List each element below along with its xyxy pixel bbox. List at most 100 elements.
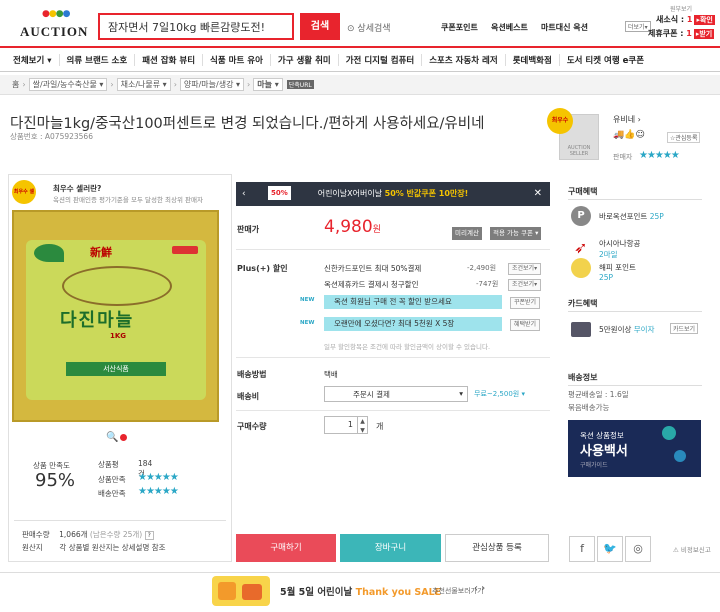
more-button[interactable]: 더보기▾ bbox=[625, 21, 651, 32]
delivery-info-title: 배송정보 bbox=[568, 373, 598, 382]
sales-info-button[interactable]: ? bbox=[144, 531, 154, 540]
seller-pref-label: 판매자 bbox=[613, 153, 633, 161]
arrow-left-icon[interactable]: ‹ bbox=[474, 583, 478, 594]
asiana-miles-value: 2마일 bbox=[599, 250, 618, 259]
image-pager-dot[interactable] bbox=[120, 434, 127, 441]
divider bbox=[14, 520, 226, 521]
detail-search-label: 상세검색 bbox=[357, 24, 391, 34]
qty-stepper[interactable]: ▲ ▼ bbox=[358, 416, 368, 434]
leaf-icon bbox=[34, 244, 64, 262]
mart-link[interactable]: 마트대신 옥션 bbox=[541, 22, 588, 33]
review-count-row[interactable]: 상품평 184건 bbox=[98, 459, 152, 478]
benefit-receive-button[interactable]: 혜택받기 bbox=[510, 319, 541, 331]
qty-down-icon[interactable]: ▼ bbox=[360, 427, 365, 434]
favorite-seller-button[interactable]: ☆관심등록 bbox=[667, 132, 701, 143]
buy-button[interactable]: 구매하기 bbox=[236, 534, 336, 562]
nav-item-sports[interactable]: 스포츠 자동차 레저 bbox=[422, 53, 506, 66]
zoom-icon[interactable]: 🔍 bbox=[106, 432, 118, 443]
receive-label: 받기 bbox=[699, 30, 713, 38]
breadcrumb-item-1[interactable]: 쌀/과일/농수축산물 ▾ bbox=[28, 78, 108, 91]
card-benefit-text: 5만원이상 무이자 bbox=[599, 324, 654, 335]
nav-item-books[interactable]: 도서 티켓 여행 e쿠폰 bbox=[560, 54, 651, 66]
share-icon[interactable]: ◎ bbox=[625, 536, 651, 562]
nav-item-living[interactable]: 가구 생활 취미 bbox=[271, 53, 339, 66]
guide-banner[interactable]: 옥션 상품정보 사용백서 구매가이드 bbox=[568, 420, 701, 477]
nav-item-beauty[interactable]: 패션 잡화 뷰티 bbox=[135, 53, 204, 66]
footer-gift-image[interactable] bbox=[212, 576, 270, 606]
arrow-left-icon[interactable]: ‹ bbox=[242, 182, 246, 206]
report-link[interactable]: ⚠ 비정보신고 bbox=[673, 544, 711, 554]
close-icon[interactable]: ✕ bbox=[534, 182, 542, 206]
card-view-button[interactable]: 카드보기 bbox=[670, 323, 699, 334]
seller-badge: 최우수 bbox=[547, 108, 573, 134]
breadcrumb-sep-icon: › bbox=[110, 80, 114, 89]
coupon-receive-button[interactable]: 꾸폰받기 bbox=[510, 297, 541, 309]
ship-fee-select[interactable]: 주문시 결제 ▾ bbox=[324, 386, 468, 402]
confirm-label: 확인 bbox=[699, 16, 713, 24]
partner-coupons: 제휴쿠폰 : 1 ▸받기 bbox=[648, 29, 715, 39]
confirm-button[interactable]: ▸확인 bbox=[694, 15, 715, 25]
short-url-button[interactable]: 단축URL bbox=[286, 80, 314, 89]
nav-item-digital[interactable]: 가전 디지털 컴퓨터 bbox=[339, 53, 423, 66]
price-label: 판매가 bbox=[237, 225, 260, 234]
search-input[interactable]: 잠자면서 7일10kg 빠른감량도전! bbox=[98, 13, 294, 40]
breadcrumb-home[interactable]: 홈 bbox=[12, 79, 19, 90]
returning-benefit-banner[interactable]: 오랜만에 오셨다면? 최대 5천원 X 5장 bbox=[324, 317, 502, 331]
breadcrumb-item-4[interactable]: 마늘 ▾ bbox=[253, 78, 283, 91]
price-value: 4,980원 bbox=[324, 217, 381, 237]
nav-all[interactable]: 전체보기 ▾ bbox=[0, 53, 60, 66]
qty-input[interactable]: 1 bbox=[324, 416, 358, 434]
coupon-apply-button[interactable]: 적용 가능 쿠폰 ▾ bbox=[490, 227, 542, 240]
promo-banner[interactable]: ‹ 50% 어린이날X어버이날 50% 반값쿠폰 10만장! ✕ bbox=[236, 182, 550, 206]
banner-caption: 구매가이드 bbox=[580, 462, 608, 469]
report-label: 비정보신고 bbox=[680, 546, 711, 554]
best-seller-title: 최우수 셀러란? bbox=[53, 184, 102, 193]
coupon-point-link[interactable]: 쿠폰포인트 bbox=[441, 22, 478, 33]
auction-best-link[interactable]: 옥션베스트 bbox=[491, 22, 528, 33]
divider bbox=[568, 311, 702, 312]
receive-button[interactable]: ▸받기 bbox=[693, 29, 715, 39]
asiana-icon: ➶ bbox=[574, 238, 588, 257]
promo-text-a: 어린이날X어버이날 bbox=[317, 189, 383, 198]
product-sat-stars: ★★★★★ bbox=[138, 472, 179, 483]
chevron-down-icon: ▾ bbox=[459, 389, 463, 398]
asiana-miles: 2마일 bbox=[599, 249, 618, 260]
breadcrumb-item-3[interactable]: 양파/마늘/생강 ▾ bbox=[179, 78, 245, 91]
card-discount-text-2: 옥션제휴카드 결제시 청구할인 bbox=[324, 280, 419, 289]
ship-fee-value[interactable]: 무료~2,500원 ▾ bbox=[474, 389, 525, 399]
wishlist-button[interactable]: 관심상품 등록 bbox=[445, 534, 549, 562]
condition-button-1[interactable]: 조건보기▾ bbox=[508, 263, 542, 275]
card-benefit-cond: 5만원이상 bbox=[599, 325, 632, 334]
coupon-count: 1 bbox=[686, 29, 692, 38]
breadcrumb: 홈 › 쌀/과일/농수축산물 ▾ › 채소/나물류 ▾ › 양파/마늘/생강 ▾… bbox=[0, 75, 720, 95]
happy-point-icon bbox=[571, 258, 591, 278]
arrow-right-icon[interactable]: › bbox=[481, 583, 485, 594]
divider bbox=[236, 410, 550, 411]
nav-item-food[interactable]: 식품 마트 유아 bbox=[203, 53, 271, 66]
nav-item-fashion[interactable]: 의류 브랜드 소호 bbox=[60, 53, 136, 66]
breadcrumb-item-2[interactable]: 채소/나물류 ▾ bbox=[116, 78, 171, 91]
divider bbox=[236, 357, 550, 358]
footer-sale-text[interactable]: 5월 5일 어린이날 Thank you SALE bbox=[280, 584, 441, 598]
price-calc-button[interactable]: 미리계산 bbox=[452, 227, 482, 240]
card-discount-amount-1: -2,490원 bbox=[467, 264, 497, 272]
cart-button[interactable]: 장바구니 bbox=[340, 534, 441, 562]
footer-nav-arrows[interactable]: ‹ › bbox=[474, 583, 485, 594]
benefit-title: 구매혜택 bbox=[568, 187, 598, 196]
nav-item-lotte[interactable]: 롯데백화점 bbox=[506, 53, 560, 66]
sales-row: 판매수량 1,066개 (남은수량 25개) ? bbox=[22, 529, 154, 540]
search-button[interactable]: 검색 bbox=[300, 13, 340, 40]
seller-name[interactable]: 유비네 › bbox=[613, 114, 641, 125]
breadcrumb-sep-icon: › bbox=[173, 80, 177, 89]
detail-search-link[interactable]: ⊙ 상세검색 bbox=[347, 21, 391, 34]
raw-view-link[interactable]: 원부보기 bbox=[670, 4, 692, 13]
logo-text: AUCTION bbox=[20, 24, 89, 39]
facebook-icon[interactable]: f bbox=[569, 536, 595, 562]
product-image[interactable]: 新鮮 다진마늘 1KG 서산식품 bbox=[12, 210, 219, 422]
twitter-icon[interactable]: 🐦 bbox=[597, 536, 623, 562]
member-coupon-banner[interactable]: 옥션 회원님 구매 전 꼭 할인 받으세요 bbox=[324, 295, 502, 309]
qty-up-icon[interactable]: ▲ bbox=[360, 418, 365, 425]
condition-button-2[interactable]: 조건보기▾ bbox=[508, 279, 542, 291]
auction-logo[interactable]: ●●●● AUCTION bbox=[20, 10, 89, 40]
happy-benefit: 해피 포인트 bbox=[599, 263, 636, 272]
